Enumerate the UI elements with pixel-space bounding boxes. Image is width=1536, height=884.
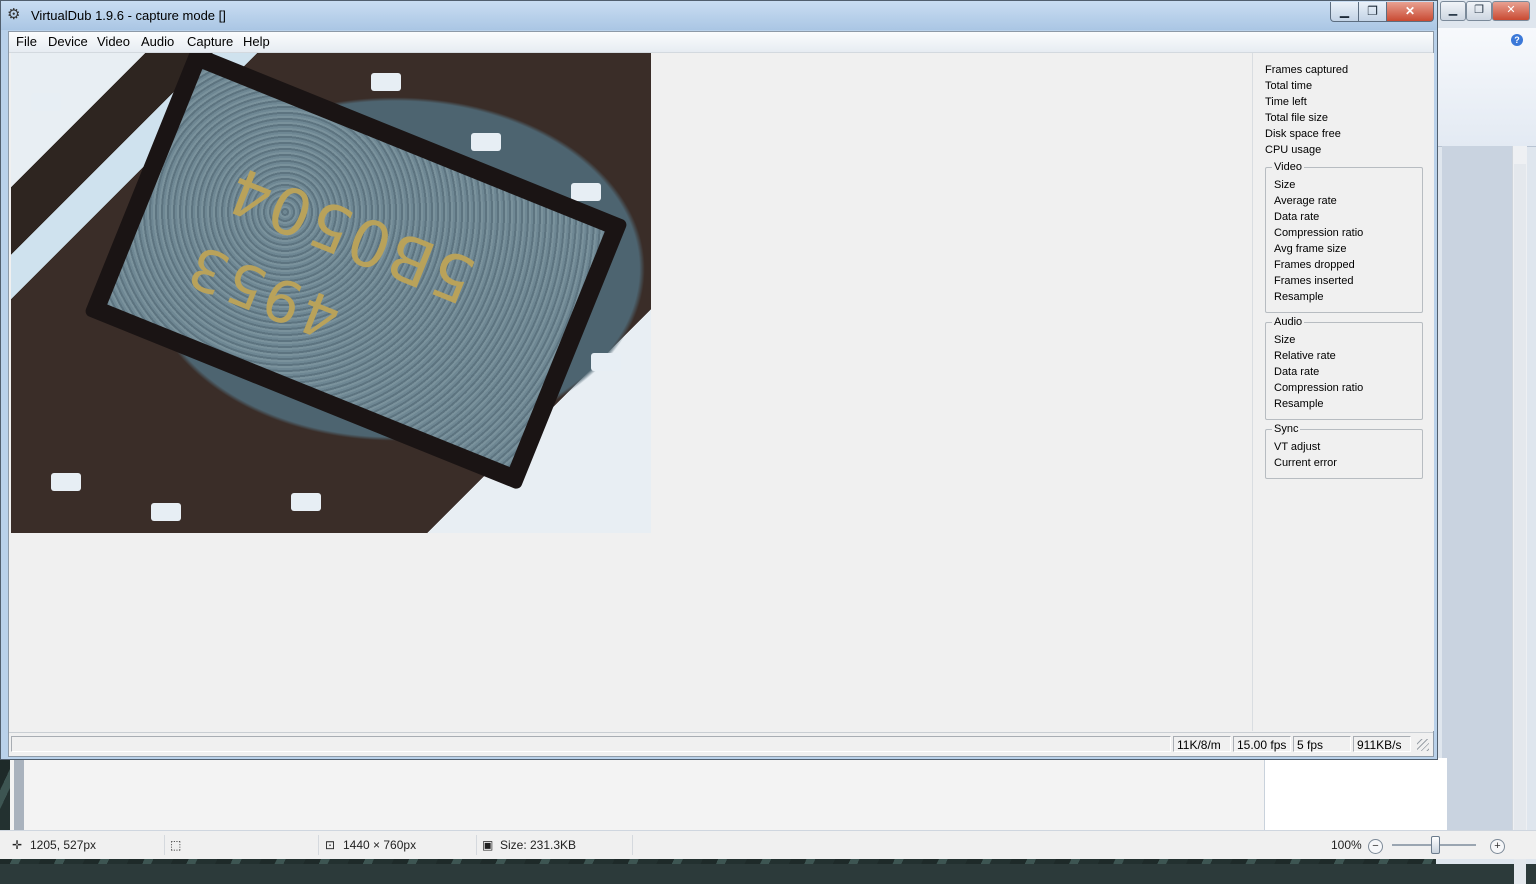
cursor-icon: ✛ [12,838,23,852]
pcb-pad [51,473,81,491]
sync-vt-adjust: VT adjust [1274,441,1321,453]
status-message [11,736,1171,752]
resize-grip-icon[interactable] [1417,739,1429,751]
paint-white-area [1264,758,1447,830]
stat-disk-space-free: Disk space free [1265,128,1341,140]
chip-face: 5B0504 4953 [107,68,605,468]
status-cell-1: 11K/8/m [1173,736,1231,752]
stat-frames-captured: Frames captured [1265,64,1349,76]
sync-group: Sync VT adjust Current error [1265,423,1423,479]
menu-audio[interactable]: Audio [141,34,174,49]
paint-vertical-scrollbar[interactable] [1512,146,1527,884]
paint-close-button[interactable]: ✕ [1492,1,1530,21]
audio-size: Size [1274,334,1296,346]
zoom-in-icon[interactable]: + [1490,839,1505,854]
zoom-slider-knob[interactable] [1431,836,1440,854]
video-frames-inserted: Frames inserted [1274,275,1354,287]
dimensions-icon: ⊡ [325,838,336,852]
audio-group-title: Audio [1272,316,1305,328]
video-resample: Resample [1274,291,1324,303]
video-group: Video Size Average rate Data rate Compre… [1265,161,1423,313]
paint-minimize-button[interactable]: ▁ [1440,1,1466,21]
video-compression-ratio: Compression ratio [1274,227,1364,239]
capture-preview: 5B0504 4953 [11,53,651,533]
close-button[interactable]: ✕ [1386,2,1434,22]
paint-status-bar: ✛ 1205, 527px ⬚ ⊡ 1440 × 760px ▣ Size: 2… [0,830,1536,859]
video-size: Size [1274,179,1296,191]
video-avg-frame-size: Avg frame size [1274,243,1347,255]
pcb-pad [291,493,321,511]
paint-canvas-area [1442,146,1518,830]
paint-ribbon [1436,28,1536,147]
disk-icon: ▣ [482,838,494,852]
help-icon[interactable]: ? [1511,34,1523,46]
menu-bar: File Device Video Audio Capture Help [9,32,1433,53]
audio-compression-ratio: Compression ratio [1274,382,1364,394]
stat-total-file-size: Total file size [1265,112,1328,124]
vdub-status-bar: 11K/8/m 15.00 fps 5 fps 911KB/s [9,732,1433,755]
virtualdub-window: ⚙ VirtualDub 1.9.6 - capture mode [] ▁ ❐… [0,0,1438,760]
status-separator [476,835,477,855]
menu-capture[interactable]: Capture [187,34,233,49]
paint-left-strip [14,758,24,830]
paint-maximize-button[interactable]: ❐ [1466,1,1492,21]
minimize-button[interactable]: ▁ [1330,2,1359,22]
window-title: VirtualDub 1.9.6 - capture mode [] [31,8,226,23]
pcb-pad [471,133,501,151]
capture-stats-panel: Frames captured Total time Time left Tot… [1252,53,1434,731]
zoom-out-icon[interactable]: − [1368,839,1383,854]
menu-help[interactable]: Help [243,34,270,49]
pcb-pad [31,93,61,111]
video-data-rate: Data rate [1274,211,1320,223]
status-target-fps: 5 fps [1293,736,1351,752]
pcb-pad [371,73,401,91]
zoom-level: 100% [1331,838,1362,852]
stat-total-time: Total time [1265,80,1313,92]
pcb-pad [151,503,181,521]
status-separator [632,835,633,855]
stat-cpu-usage: CPU usage [1265,144,1322,156]
pcb-pad [571,183,601,201]
audio-group: Audio Size Relative rate Data rate Compr… [1265,316,1423,420]
sync-current-error: Current error [1274,457,1337,469]
image-dimensions: 1440 × 760px [343,838,417,852]
video-group-title: Video [1272,161,1304,173]
audio-resample: Resample [1274,398,1324,410]
pcb-pad [591,353,621,371]
status-data-rate: 911KB/s [1353,736,1411,752]
status-fps: 15.00 fps [1233,736,1291,752]
cursor-position: 1205, 527px [30,838,97,852]
menu-device[interactable]: Device [48,34,88,49]
video-average-rate: Average rate [1274,195,1337,207]
paint-caption-buttons: ▁ ❐ ✕ [1440,0,1530,21]
paint-canvas-lower [10,758,1447,830]
status-separator [318,835,319,855]
maximize-button[interactable]: ❐ [1358,2,1387,22]
file-size: Size: 231.3KB [500,838,577,852]
audio-relative-rate: Relative rate [1274,350,1336,362]
sync-group-title: Sync [1272,423,1301,435]
selection-icon: ⬚ [170,838,182,852]
audio-data-rate: Data rate [1274,366,1320,378]
app-icon[interactable]: ⚙ [7,7,23,23]
video-frames-dropped: Frames dropped [1274,259,1355,271]
menu-file[interactable]: File [16,34,37,49]
menu-video[interactable]: Video [97,34,130,49]
client-area: File Device Video Audio Capture Help 5B0… [8,31,1434,757]
status-separator [164,835,165,855]
stat-time-left: Time left [1265,96,1307,108]
scrollbar-thumb[interactable] [1514,164,1526,884]
title-bar[interactable]: ⚙ VirtualDub 1.9.6 - capture mode [] ▁ ❐… [1,1,1437,30]
ic-chip: 5B0504 4953 [83,53,629,491]
